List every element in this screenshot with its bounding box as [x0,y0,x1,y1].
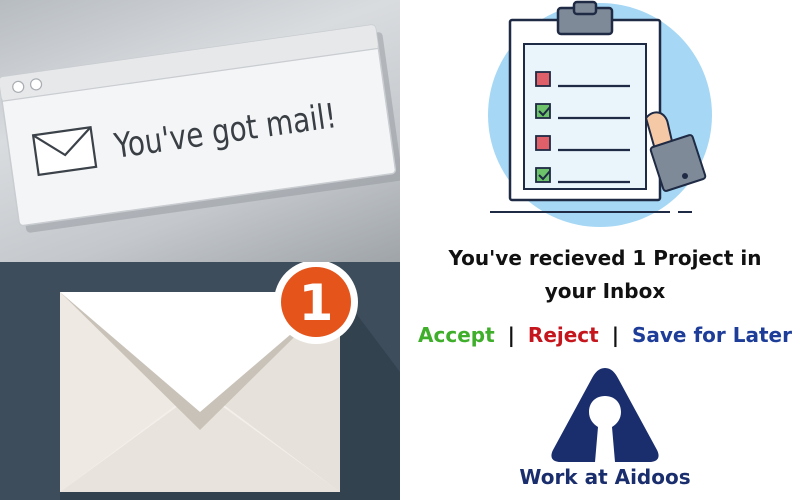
action-separator: | [611,323,620,347]
project-actions: Accept | Reject | Save for Later [410,320,800,350]
notification-count: 1 [299,274,334,332]
headline-line-1: You've recieved 1 Project in [448,246,762,270]
aidoos-logo [551,368,659,462]
accept-link[interactable]: Accept [418,323,495,347]
notification-badge: 1 [274,262,358,344]
notification-graphic: 1 [60,262,400,500]
save-for-later-link[interactable]: Save for Later [632,323,792,347]
headline-line-2: your Inbox [544,279,666,303]
clipboard-checklist-illustration [488,0,712,227]
promo-image: You've got mail! 1 You've recieved 1 Pro… [0,0,800,500]
notification-envelope-panel: 1 [0,262,400,500]
mail-window-graphic: You've got mail! [0,24,400,233]
reject-link[interactable]: Reject [528,323,599,347]
mail-window-photo: You've got mail! [0,0,400,262]
envelope-icon [31,125,98,177]
brand-name: Work at Aidoos [519,465,691,489]
action-separator: | [507,323,515,347]
headline: You've recieved 1 Project in your Inbox [410,242,800,308]
